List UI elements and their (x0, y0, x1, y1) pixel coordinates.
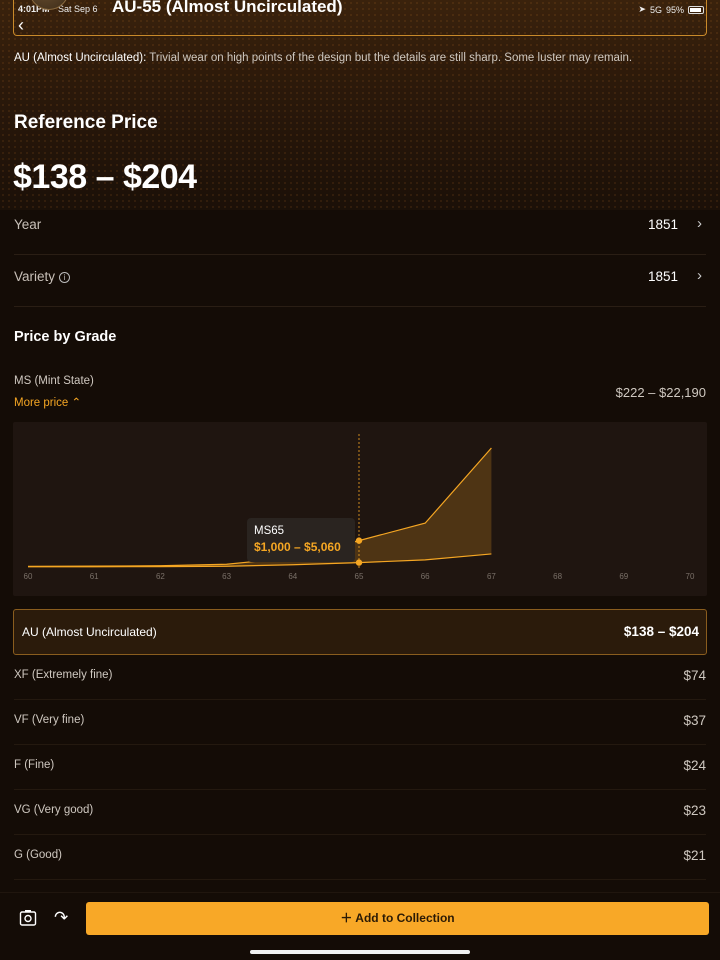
grade-value: $37 (683, 713, 706, 728)
info-icon[interactable]: i (59, 272, 71, 283)
ms-range: $222 – $22,190 (615, 385, 706, 400)
grade-value: $24 (683, 758, 706, 773)
grade-label: VG (Very good) (14, 804, 94, 816)
grade-value: $74 (683, 668, 706, 683)
camera-icon[interactable] (19, 909, 37, 927)
x-tick-label: 61 (90, 572, 99, 581)
detail-row-variety[interactable]: Variety i 1851 › (14, 255, 706, 307)
back-chevron-icon[interactable]: ‹ (18, 16, 24, 34)
grade-label: F (Fine) (14, 759, 55, 771)
grade-row[interactable]: VF (Very fine) $37 (14, 700, 706, 745)
reference-price-label: Reference Price (14, 112, 158, 133)
detail-row-year[interactable]: Year 1851 › (14, 203, 706, 255)
grade-row[interactable]: XF (Extremely fine) $74 (14, 655, 706, 700)
add-to-collection-label: Add to Collection (355, 911, 455, 925)
x-tick-label: 60 (24, 572, 33, 581)
grade-label: VF (Very fine) (14, 714, 85, 726)
year-label: Year (14, 217, 42, 232)
x-tick-label: 64 (288, 572, 297, 581)
chart-svg: 60 61 62 63 64 65 66 67 68 69 70 (24, 434, 695, 581)
price-chart[interactable]: 60 61 62 63 64 65 66 67 68 69 70 (13, 422, 707, 596)
x-tick-label: 68 (553, 572, 562, 581)
grade-label: XF (Extremely fine) (14, 669, 113, 681)
x-tick-label: 67 (487, 572, 496, 581)
price-by-grade-title: Price by Grade (14, 329, 117, 345)
highlight-point-upper (355, 537, 363, 544)
ms-label: MS (Mint State) (14, 375, 94, 387)
more-price-label: More price (14, 397, 69, 409)
coin-thumbnail[interactable] (29, 0, 69, 10)
grade-row[interactable]: G (Good) $21 (14, 835, 706, 880)
reference-price-value: $138 – $204 (13, 158, 197, 196)
grade-label: G (Good) (14, 849, 62, 861)
grade-description: AU (Almost Uncirculated): Trivial wear o… (14, 52, 704, 64)
grade-term: AU (Almost Uncirculated): (14, 52, 147, 64)
x-tick-label: 70 (686, 572, 695, 581)
x-tick-label: 63 (222, 572, 231, 581)
variety-value: 1851 (647, 269, 678, 284)
chevron-right-icon: › (697, 215, 702, 232)
grade-value: $23 (683, 803, 706, 818)
variety-label-wrap: Variety i (14, 269, 71, 284)
home-indicator (250, 950, 470, 954)
grade-row-au-selected[interactable]: AU (Almost Uncirculated) $138 – $204 (13, 609, 707, 655)
x-tick-label: 62 (156, 572, 165, 581)
highlight-point-lower (355, 559, 363, 566)
grade-value: $21 (683, 848, 706, 863)
chevron-up-icon: ⌃ (71, 397, 82, 409)
grade-row[interactable]: VG (Very good) $23 (14, 790, 706, 835)
x-tick-label: 69 (619, 572, 628, 581)
variety-label: Variety (14, 269, 56, 284)
grade-description-text: Trivial wear on high points of the desig… (146, 52, 633, 64)
au-label: AU (Almost Uncirculated) (22, 625, 157, 639)
tooltip-grade: MS65 (254, 525, 285, 537)
add-to-collection-button[interactable]: ＋ Add to Collection (86, 902, 709, 935)
plus-icon: ＋ (340, 911, 353, 925)
year-value: 1851 (647, 217, 678, 232)
au-value: $138 – $204 (623, 624, 699, 639)
x-tick-label: 66 (421, 572, 430, 581)
more-price-toggle[interactable]: More price ⌃ (14, 395, 81, 409)
chart-tooltip: MS65 $1,000 – $5,060 (247, 518, 355, 562)
x-tick-label: 65 (355, 572, 364, 581)
tooltip-range: $1,000 – $5,060 (254, 540, 341, 554)
grade-row[interactable]: F (Fine) $24 (14, 745, 706, 790)
share-icon[interactable]: ↷ (54, 908, 74, 928)
page-title: AU-55 (Almost Uncirculated) (112, 0, 343, 16)
chevron-right-icon: › (697, 267, 702, 284)
nav-bar: ‹ AU-55 (Almost Uncirculated) (13, 0, 707, 36)
